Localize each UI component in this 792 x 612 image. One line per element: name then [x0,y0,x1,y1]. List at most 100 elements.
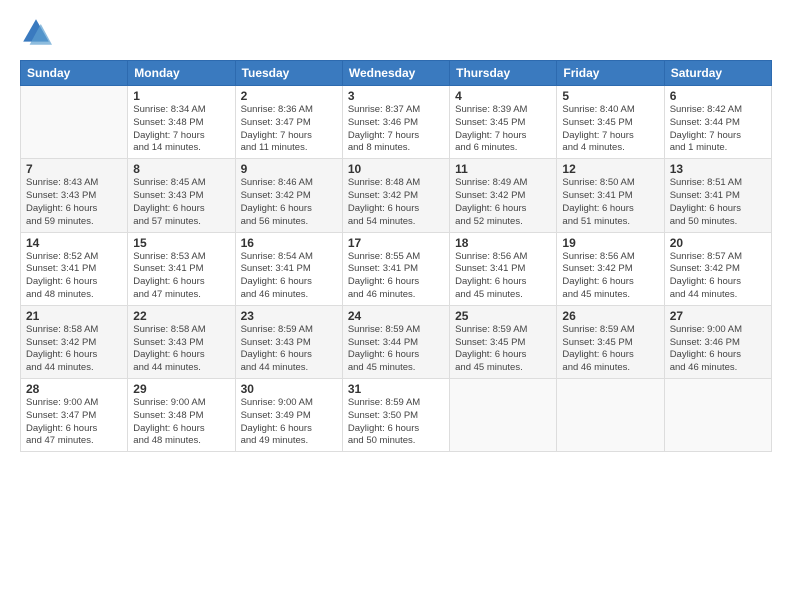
day-info: Sunrise: 8:58 AM Sunset: 3:42 PM Dayligh… [26,324,122,375]
day-info: Sunrise: 8:52 AM Sunset: 3:41 PM Dayligh… [26,251,122,302]
calendar-cell: 25Sunrise: 8:59 AM Sunset: 3:45 PM Dayli… [450,305,557,378]
day-number: 16 [241,236,337,250]
day-info: Sunrise: 9:00 AM Sunset: 3:47 PM Dayligh… [26,397,122,448]
day-info: Sunrise: 8:54 AM Sunset: 3:41 PM Dayligh… [241,251,337,302]
calendar-cell: 18Sunrise: 8:56 AM Sunset: 3:41 PM Dayli… [450,232,557,305]
day-info: Sunrise: 8:49 AM Sunset: 3:42 PM Dayligh… [455,177,551,228]
day-number: 3 [348,89,444,103]
day-number: 30 [241,382,337,396]
day-info: Sunrise: 8:56 AM Sunset: 3:42 PM Dayligh… [562,251,658,302]
calendar-cell: 27Sunrise: 9:00 AM Sunset: 3:46 PM Dayli… [664,305,771,378]
day-number: 26 [562,309,658,323]
calendar-week-row: 21Sunrise: 8:58 AM Sunset: 3:42 PM Dayli… [21,305,772,378]
day-info: Sunrise: 8:48 AM Sunset: 3:42 PM Dayligh… [348,177,444,228]
day-info: Sunrise: 8:59 AM Sunset: 3:44 PM Dayligh… [348,324,444,375]
day-info: Sunrise: 8:53 AM Sunset: 3:41 PM Dayligh… [133,251,229,302]
calendar-cell [21,86,128,159]
day-number: 7 [26,162,122,176]
day-header: Friday [557,61,664,86]
day-number: 19 [562,236,658,250]
day-header: Thursday [450,61,557,86]
calendar-cell: 12Sunrise: 8:50 AM Sunset: 3:41 PM Dayli… [557,159,664,232]
calendar-cell: 30Sunrise: 9:00 AM Sunset: 3:49 PM Dayli… [235,379,342,452]
day-info: Sunrise: 8:59 AM Sunset: 3:45 PM Dayligh… [455,324,551,375]
day-header: Tuesday [235,61,342,86]
day-info: Sunrise: 8:39 AM Sunset: 3:45 PM Dayligh… [455,104,551,155]
day-info: Sunrise: 8:59 AM Sunset: 3:50 PM Dayligh… [348,397,444,448]
day-header: Saturday [664,61,771,86]
calendar-cell: 31Sunrise: 8:59 AM Sunset: 3:50 PM Dayli… [342,379,449,452]
day-number: 12 [562,162,658,176]
calendar-cell: 20Sunrise: 8:57 AM Sunset: 3:42 PM Dayli… [664,232,771,305]
calendar-cell: 17Sunrise: 8:55 AM Sunset: 3:41 PM Dayli… [342,232,449,305]
day-info: Sunrise: 8:58 AM Sunset: 3:43 PM Dayligh… [133,324,229,375]
calendar-cell: 19Sunrise: 8:56 AM Sunset: 3:42 PM Dayli… [557,232,664,305]
day-number: 22 [133,309,229,323]
calendar-cell: 16Sunrise: 8:54 AM Sunset: 3:41 PM Dayli… [235,232,342,305]
calendar-cell: 28Sunrise: 9:00 AM Sunset: 3:47 PM Dayli… [21,379,128,452]
calendar-cell: 2Sunrise: 8:36 AM Sunset: 3:47 PM Daylig… [235,86,342,159]
calendar-cell: 13Sunrise: 8:51 AM Sunset: 3:41 PM Dayli… [664,159,771,232]
day-info: Sunrise: 8:59 AM Sunset: 3:45 PM Dayligh… [562,324,658,375]
logo [20,16,56,48]
calendar-cell: 23Sunrise: 8:59 AM Sunset: 3:43 PM Dayli… [235,305,342,378]
day-info: Sunrise: 8:42 AM Sunset: 3:44 PM Dayligh… [670,104,766,155]
calendar-cell [557,379,664,452]
day-info: Sunrise: 8:50 AM Sunset: 3:41 PM Dayligh… [562,177,658,228]
day-header: Wednesday [342,61,449,86]
calendar-cell: 11Sunrise: 8:49 AM Sunset: 3:42 PM Dayli… [450,159,557,232]
calendar-cell: 8Sunrise: 8:45 AM Sunset: 3:43 PM Daylig… [128,159,235,232]
day-number: 4 [455,89,551,103]
calendar-cell: 1Sunrise: 8:34 AM Sunset: 3:48 PM Daylig… [128,86,235,159]
day-number: 17 [348,236,444,250]
page: SundayMondayTuesdayWednesdayThursdayFrid… [0,0,792,612]
day-header: Sunday [21,61,128,86]
calendar-cell: 3Sunrise: 8:37 AM Sunset: 3:46 PM Daylig… [342,86,449,159]
day-info: Sunrise: 9:00 AM Sunset: 3:48 PM Dayligh… [133,397,229,448]
day-info: Sunrise: 8:37 AM Sunset: 3:46 PM Dayligh… [348,104,444,155]
day-number: 8 [133,162,229,176]
day-number: 24 [348,309,444,323]
calendar-cell: 15Sunrise: 8:53 AM Sunset: 3:41 PM Dayli… [128,232,235,305]
calendar-cell: 22Sunrise: 8:58 AM Sunset: 3:43 PM Dayli… [128,305,235,378]
day-number: 10 [348,162,444,176]
calendar-cell: 29Sunrise: 9:00 AM Sunset: 3:48 PM Dayli… [128,379,235,452]
header [20,16,772,48]
calendar-cell: 5Sunrise: 8:40 AM Sunset: 3:45 PM Daylig… [557,86,664,159]
calendar-cell: 7Sunrise: 8:43 AM Sunset: 3:43 PM Daylig… [21,159,128,232]
day-info: Sunrise: 8:45 AM Sunset: 3:43 PM Dayligh… [133,177,229,228]
logo-icon [20,16,52,48]
calendar-week-row: 28Sunrise: 9:00 AM Sunset: 3:47 PM Dayli… [21,379,772,452]
day-info: Sunrise: 9:00 AM Sunset: 3:46 PM Dayligh… [670,324,766,375]
day-info: Sunrise: 8:46 AM Sunset: 3:42 PM Dayligh… [241,177,337,228]
day-number: 31 [348,382,444,396]
calendar-header-row: SundayMondayTuesdayWednesdayThursdayFrid… [21,61,772,86]
day-info: Sunrise: 9:00 AM Sunset: 3:49 PM Dayligh… [241,397,337,448]
day-number: 6 [670,89,766,103]
day-info: Sunrise: 8:51 AM Sunset: 3:41 PM Dayligh… [670,177,766,228]
day-info: Sunrise: 8:43 AM Sunset: 3:43 PM Dayligh… [26,177,122,228]
day-number: 5 [562,89,658,103]
calendar-week-row: 1Sunrise: 8:34 AM Sunset: 3:48 PM Daylig… [21,86,772,159]
day-info: Sunrise: 8:55 AM Sunset: 3:41 PM Dayligh… [348,251,444,302]
calendar-cell: 14Sunrise: 8:52 AM Sunset: 3:41 PM Dayli… [21,232,128,305]
day-info: Sunrise: 8:34 AM Sunset: 3:48 PM Dayligh… [133,104,229,155]
calendar-cell: 9Sunrise: 8:46 AM Sunset: 3:42 PM Daylig… [235,159,342,232]
calendar-cell [664,379,771,452]
day-number: 25 [455,309,551,323]
day-info: Sunrise: 8:57 AM Sunset: 3:42 PM Dayligh… [670,251,766,302]
calendar-cell: 26Sunrise: 8:59 AM Sunset: 3:45 PM Dayli… [557,305,664,378]
calendar-cell: 21Sunrise: 8:58 AM Sunset: 3:42 PM Dayli… [21,305,128,378]
day-number: 20 [670,236,766,250]
day-number: 13 [670,162,766,176]
day-info: Sunrise: 8:59 AM Sunset: 3:43 PM Dayligh… [241,324,337,375]
day-info: Sunrise: 8:36 AM Sunset: 3:47 PM Dayligh… [241,104,337,155]
day-number: 15 [133,236,229,250]
calendar-cell [450,379,557,452]
day-number: 14 [26,236,122,250]
day-number: 18 [455,236,551,250]
day-info: Sunrise: 8:56 AM Sunset: 3:41 PM Dayligh… [455,251,551,302]
day-number: 2 [241,89,337,103]
calendar-week-row: 14Sunrise: 8:52 AM Sunset: 3:41 PM Dayli… [21,232,772,305]
calendar-cell: 4Sunrise: 8:39 AM Sunset: 3:45 PM Daylig… [450,86,557,159]
